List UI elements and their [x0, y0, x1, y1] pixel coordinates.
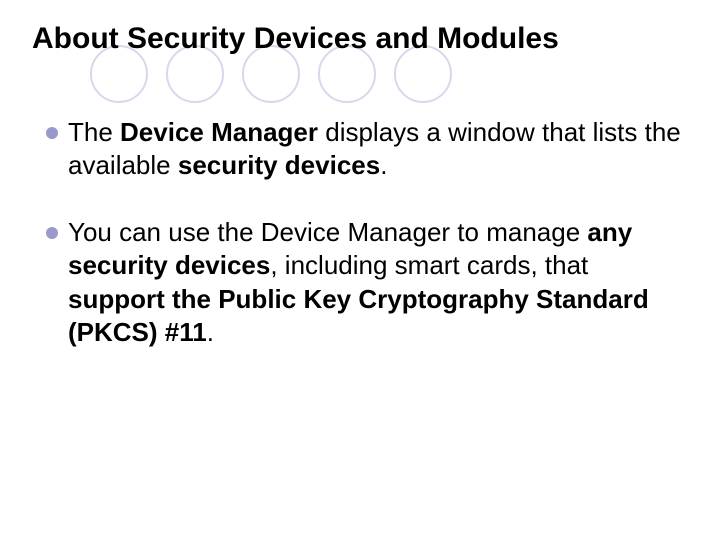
bullet-text: The Device Manager displays a window tha… [68, 116, 682, 183]
text-bold: support the Public Key Cryptography Stan… [68, 284, 649, 347]
text-run: You can use the Device Manager to manage [68, 217, 587, 247]
text-bold: security devices [178, 150, 380, 180]
text-run: , including smart cards, that [270, 250, 588, 280]
text-bold: Device Manager [120, 117, 318, 147]
bullet-icon [46, 227, 58, 239]
text-run: The [68, 117, 120, 147]
slide-content: About Security Devices and Modules The D… [0, 0, 720, 349]
list-item: The Device Manager displays a window tha… [46, 116, 682, 183]
list-item: You can use the Device Manager to manage… [46, 216, 682, 349]
text-run: . [207, 317, 214, 347]
bullet-icon [46, 127, 58, 139]
bullet-list: The Device Manager displays a window tha… [32, 116, 682, 350]
slide-title: About Security Devices and Modules [32, 20, 682, 58]
text-run: . [380, 150, 387, 180]
bullet-text: You can use the Device Manager to manage… [68, 216, 682, 349]
